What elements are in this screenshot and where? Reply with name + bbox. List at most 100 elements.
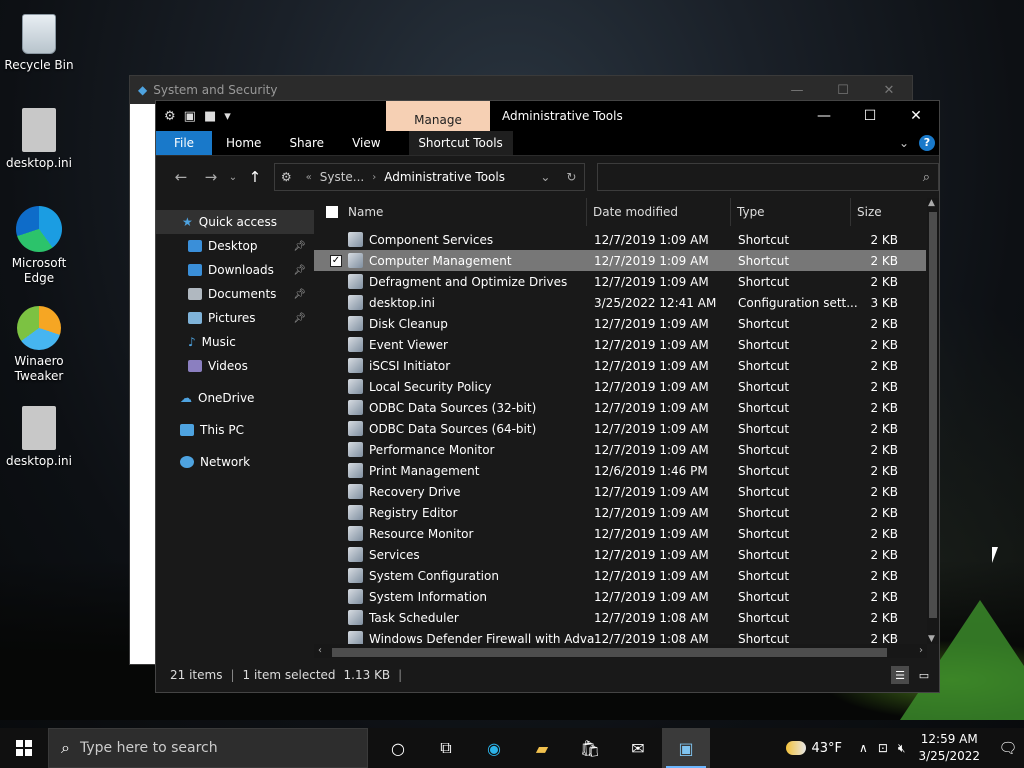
pin-icon[interactable]: 📌︎ [293,265,306,276]
file-row[interactable]: Registry Editor 12/7/2019 1:09 AM Shortcut… [314,502,926,523]
column-header-name[interactable]: Name [348,205,586,219]
file-row[interactable]: Services 12/7/2019 1:09 AM Shortcut 2 KB [314,544,926,565]
task-view-icon[interactable]: ⧉ [422,728,470,768]
nav-music[interactable]: ♪ Music [156,330,314,354]
nav-documents[interactable]: Documents 📌︎ [156,282,314,306]
file-row[interactable]: Event Viewer 12/7/2019 1:09 AM Shortcut 2 K… [314,334,926,355]
column-header-size[interactable]: Size [850,198,920,226]
chevron-down-icon[interactable]: ⌄ [899,136,909,150]
row-checkbox[interactable] [330,297,342,309]
row-checkbox[interactable] [330,318,342,330]
large-icons-view-icon[interactable]: ▭ [915,666,933,684]
tab-file[interactable]: File [156,131,212,155]
select-all-checkbox[interactable] [326,206,338,218]
recent-locations-icon[interactable]: ⌄ [226,172,240,183]
weather-widget[interactable]: 43°F [785,741,842,756]
control-panel-taskbar-icon[interactable]: ▣ [662,728,710,768]
row-checkbox[interactable] [330,444,342,456]
clock[interactable]: 12:59 AM 3/25/2022 [918,731,980,765]
file-row[interactable]: desktop.ini 3/25/2022 12:41 AM Configurati… [314,292,926,313]
scroll-right-icon[interactable]: › [919,645,923,656]
search-input[interactable]: ⌕ [597,163,939,191]
minimize-button[interactable]: — [774,83,820,98]
explorer-titlebar[interactable]: ⚙ ▣ ■ ▾ Manage Administrative Tools — ☐ … [156,101,939,131]
row-checkbox[interactable] [330,339,342,351]
pin-icon[interactable]: 📌︎ [293,289,306,300]
row-checkbox[interactable] [330,528,342,540]
file-row[interactable]: Defragment and Optimize Drives 12/7/2019 … [314,271,926,292]
tab-view[interactable]: View [338,131,394,155]
close-button[interactable]: ✕ [893,101,939,131]
row-checkbox[interactable] [330,381,342,393]
row-checkbox[interactable] [330,423,342,435]
file-row[interactable]: Disk Cleanup 12/7/2019 1:09 AM Shortcut 2 K… [314,313,926,334]
column-header-date[interactable]: Date modified [586,198,730,226]
taskbar-search-box[interactable]: ⌕ Type here to search [48,728,368,768]
maximize-button[interactable]: ☐ [820,83,866,98]
desktop-icon-edge[interactable]: Microsoft Edge [1,206,77,286]
scroll-left-icon[interactable]: ‹ [318,645,322,656]
explorer-window[interactable]: ⚙ ▣ ■ ▾ Manage Administrative Tools — ☐ … [155,100,940,693]
file-row[interactable]: ✓ Computer Management 12/7/2019 1:09 AM Sho… [314,250,926,271]
cortana-icon[interactable]: ○ [374,728,422,768]
file-row[interactable]: Performance Monitor 12/7/2019 1:09 AM Shor… [314,439,926,460]
breadcrumb-system[interactable]: Syste... [320,170,365,184]
chevron-up-icon[interactable]: ∧ [859,741,868,755]
row-checkbox[interactable] [330,591,342,603]
scroll-down-icon[interactable]: ▼ [928,634,935,644]
row-checkbox[interactable] [330,465,342,477]
column-header-type[interactable]: Type [730,198,850,226]
chevron-down-icon[interactable]: ▾ [224,109,231,124]
row-checkbox[interactable] [330,486,342,498]
file-row[interactable]: Resource Monitor 12/7/2019 1:09 AM Shortcu… [314,523,926,544]
nav-desktop[interactable]: Desktop 📌︎ [156,234,314,258]
vertical-scrollbar[interactable]: ▲ ▼ [927,198,939,644]
pin-icon[interactable]: 📌︎ [293,313,306,324]
nav-quick-access[interactable]: ★ Quick access [156,210,314,234]
horizontal-scroll-thumb[interactable] [332,648,887,657]
file-row[interactable]: Local Security Policy 12/7/2019 1:09 AM Sh… [314,376,926,397]
row-checkbox[interactable] [330,612,342,624]
row-checkbox[interactable]: ✓ [330,254,342,267]
row-checkbox[interactable] [330,360,342,372]
nav-videos[interactable]: Videos [156,354,314,378]
desktop-icon-desktop-ini[interactable]: desktop.ini [1,108,77,171]
store-icon[interactable]: 🛍︎ [566,728,614,768]
tab-shortcut-tools[interactable]: Shortcut Tools [408,131,513,155]
file-row[interactable]: ODBC Data Sources (64-bit) 12/7/2019 1:09… [314,418,926,439]
notifications-icon[interactable]: 🗨︎ [992,739,1024,757]
new-folder-icon[interactable]: ■ [204,109,216,124]
file-row[interactable]: System Configuration 12/7/2019 1:09 AM Sho… [314,565,926,586]
row-checkbox[interactable] [330,633,342,645]
file-row[interactable]: Task Scheduler 12/7/2019 1:08 AM Shortcut 2… [314,607,926,628]
up-arrow-icon[interactable]: ↑ [240,168,270,186]
tab-home[interactable]: Home [212,131,275,155]
back-arrow-icon[interactable]: ← [166,168,196,186]
desktop-icon-winaero[interactable]: Winaero Tweaker [1,306,77,384]
gear-icon[interactable]: ⚙ [164,109,176,124]
file-row[interactable]: iSCSI Initiator 12/7/2019 1:09 AM Shortcut… [314,355,926,376]
nav-downloads[interactable]: Downloads 📌︎ [156,258,314,282]
row-checkbox[interactable] [330,276,342,288]
minimize-button[interactable]: — [801,101,847,131]
file-row[interactable]: Print Management 12/6/2019 1:46 PM Shortcu… [314,460,926,481]
nav-pictures[interactable]: Pictures 📌︎ [156,306,314,330]
refresh-icon[interactable]: ↻ [566,170,576,184]
row-checkbox[interactable] [330,402,342,414]
forward-arrow-icon[interactable]: → [196,168,226,186]
scroll-up-icon[interactable]: ▲ [928,198,935,208]
nav-this-pc[interactable]: This PC [156,418,314,442]
row-checkbox[interactable] [330,570,342,582]
address-bar[interactable]: ⚙ « Syste... › Administrative Tools ⌄ ↻ [273,163,586,191]
properties-icon[interactable]: ▣ [184,109,196,124]
file-explorer-taskbar-icon[interactable]: ▰ [518,728,566,768]
file-row[interactable]: System Information 12/7/2019 1:09 AM Short… [314,586,926,607]
row-checkbox[interactable] [330,507,342,519]
pin-icon[interactable]: 📌︎ [293,241,306,252]
tab-manage[interactable]: Manage [386,101,490,131]
mail-icon[interactable]: ✉ [614,728,662,768]
address-dropdown-icon[interactable]: ⌄ [540,170,550,184]
edge-taskbar-icon[interactable]: ◉ [470,728,518,768]
volume-muted-icon[interactable]: 🔇︎ [898,741,906,756]
nav-network[interactable]: Network [156,450,314,474]
